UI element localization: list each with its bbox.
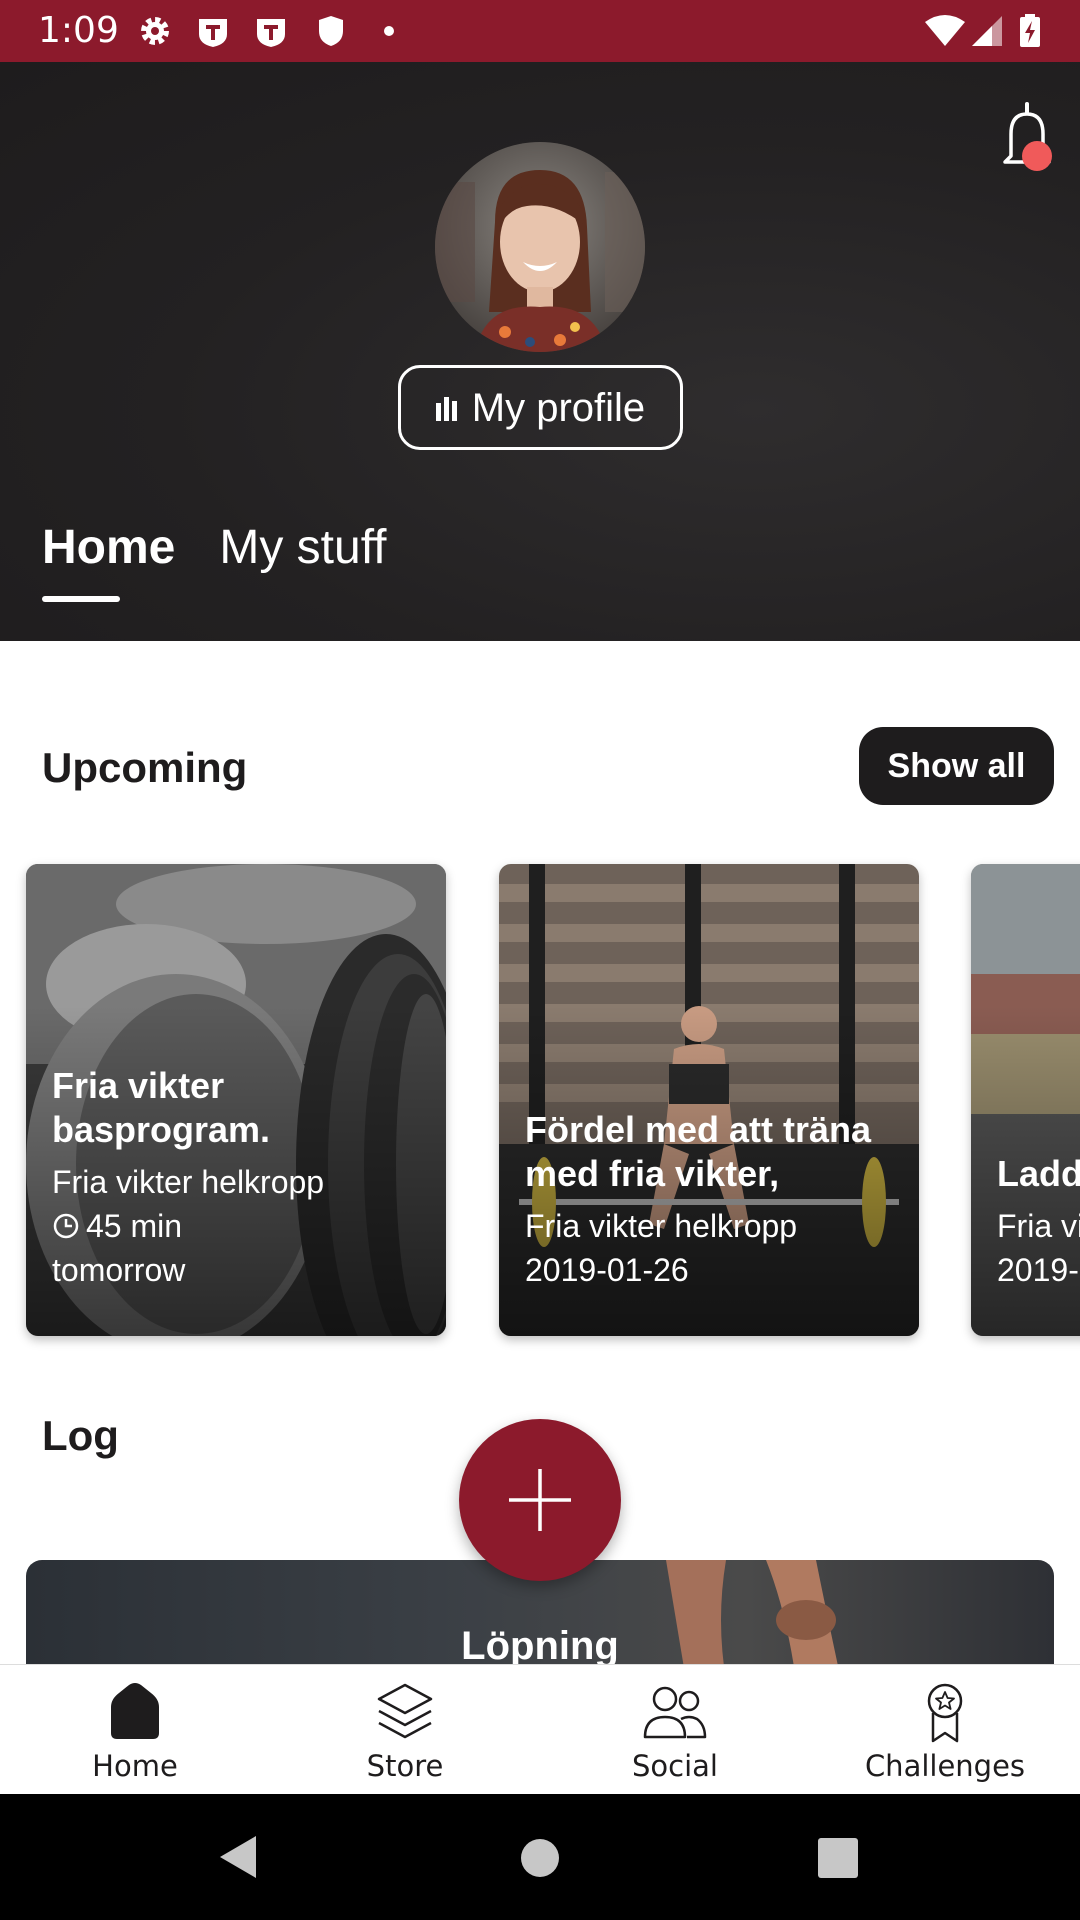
upcoming-card[interactable]: Fördel med att träna med fria vikter, Fr… xyxy=(499,864,919,1336)
home-circle-icon[interactable] xyxy=(519,1837,561,1879)
people-icon xyxy=(643,1686,707,1739)
notification-bell-icon[interactable] xyxy=(995,100,1059,180)
log-title: Log xyxy=(42,1412,119,1459)
status-time: 1:09 xyxy=(38,10,119,51)
profile-header: My profile Home My stuff xyxy=(0,62,1080,641)
bar-chart-icon xyxy=(435,396,457,421)
add-log-button[interactable] xyxy=(459,1419,621,1581)
nav-home[interactable]: Home xyxy=(0,1665,270,1794)
card-title: Fria vikter basprogram. xyxy=(52,1065,271,1150)
nav-social-label: Social xyxy=(632,1749,718,1783)
nav-social[interactable]: Social xyxy=(540,1665,810,1794)
tab-my-stuff[interactable]: My stuff xyxy=(219,518,386,578)
recents-icon[interactable] xyxy=(817,1837,859,1879)
my-profile-button[interactable]: My profile xyxy=(398,365,683,450)
dot-icon xyxy=(384,26,394,36)
home-icon xyxy=(111,1683,159,1739)
battery-icon xyxy=(1020,14,1040,47)
upcoming-title: Upcoming xyxy=(42,744,248,791)
home-tabs: Home My stuff xyxy=(42,518,387,602)
badge-icon xyxy=(927,1683,963,1743)
log-card-label: Löpning xyxy=(461,1624,619,1668)
upcoming-card[interactable]: Ladda Fria vi 2019- xyxy=(971,864,1080,1336)
clock-icon xyxy=(53,1213,79,1239)
card-text: Ladda Fria vi 2019- xyxy=(997,1152,1080,1292)
tab-home[interactable]: Home xyxy=(42,518,175,602)
nav-challenges-label: Challenges xyxy=(864,1749,1026,1783)
system-navigation-bar xyxy=(0,1794,1080,1920)
screen: 1:09 My profile Home My stuff Upcoming S… xyxy=(0,0,1080,1920)
card-subtitle: Fria vikter helkropp xyxy=(52,1164,325,1200)
card-title: Ladda xyxy=(997,1153,1080,1194)
back-icon[interactable] xyxy=(218,1834,258,1880)
bottom-navigation: Home Store Social Challenges xyxy=(0,1664,1080,1794)
card-text: Fördel med att träna med fria vikter, Fr… xyxy=(525,1108,899,1292)
notification-dot xyxy=(1022,141,1052,171)
my-profile-label: My profile xyxy=(471,385,646,430)
card-duration-value: 45 min xyxy=(86,1208,183,1244)
wifi-icon xyxy=(925,15,965,46)
shield-icon xyxy=(319,16,343,46)
card-date: 2019-01-26 xyxy=(525,1252,689,1288)
card-date: 2019- xyxy=(997,1252,1079,1288)
avatar[interactable] xyxy=(435,142,645,352)
layers-icon xyxy=(377,1683,433,1739)
nav-home-label: Home xyxy=(92,1749,178,1783)
card-duration: 45 min xyxy=(52,1204,426,1248)
card-when: tomorrow xyxy=(52,1252,186,1288)
show-all-button[interactable]: Show all xyxy=(859,727,1054,805)
t-app-icon xyxy=(257,19,285,47)
status-bar: 1:09 xyxy=(0,0,1080,62)
upcoming-card[interactable]: Fria vikter basprogram. Fria vikter helk… xyxy=(26,864,446,1336)
settings-icon xyxy=(141,17,169,45)
nav-challenges[interactable]: Challenges xyxy=(810,1665,1080,1794)
nav-store[interactable]: Store xyxy=(270,1665,540,1794)
card-title: Fördel med att träna med fria vikter, xyxy=(525,1109,872,1194)
plus-icon xyxy=(509,1469,571,1531)
signal-icon xyxy=(972,16,1002,46)
card-subtitle: Fria vikter helkropp xyxy=(525,1208,798,1244)
card-text: Fria vikter basprogram. Fria vikter helk… xyxy=(52,1064,426,1292)
card-subtitle: Fria vi xyxy=(997,1208,1080,1244)
nav-store-label: Store xyxy=(366,1749,444,1783)
t-app-icon xyxy=(199,19,227,47)
